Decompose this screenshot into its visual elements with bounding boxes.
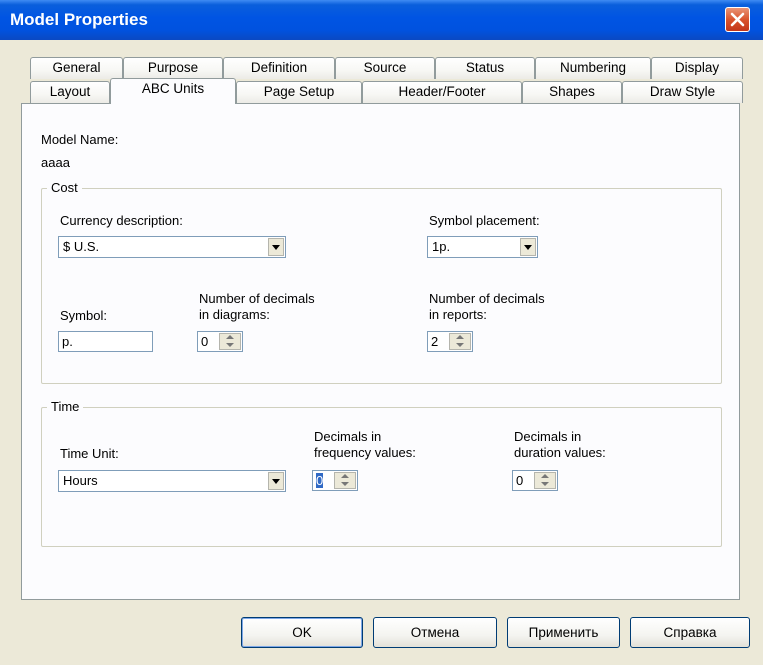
spin-arrows-icon[interactable] [334,472,356,489]
close-button[interactable] [725,7,750,32]
tab-definition[interactable]: Definition [223,57,335,79]
tab-source[interactable]: Source [335,57,435,79]
time-unit-value: Hours [63,473,98,488]
duration-decimals-label: Decimals in [514,429,582,444]
spin-arrows-icon[interactable] [449,333,471,350]
currency-description-value: $ U.S. [63,239,100,254]
chevron-down-icon[interactable] [268,472,284,490]
frequency-decimals-spinner[interactable]: 0 [312,470,358,491]
decimals-diagrams-label: Number of decimals [199,291,315,306]
ok-button[interactable]: OK [241,617,363,648]
tab-abc-units[interactable]: ABC Units [110,78,236,104]
close-icon [730,12,745,27]
currency-description-label: Currency description: [60,213,183,228]
tab-header-footer[interactable]: Header/Footer [362,81,522,103]
model-name-value: aaaa [41,155,70,170]
frequency-decimals-label: Decimals in [314,429,382,444]
time-legend: Time [47,399,84,414]
tab-status[interactable]: Status [435,57,535,79]
time-unit-select[interactable]: Hours [58,470,286,492]
help-button[interactable]: Справка [630,617,750,648]
symbol-placement-select[interactable]: 1p. [427,236,538,258]
duration-decimals-label-2: duration values: [514,445,606,460]
chevron-down-icon[interactable] [520,238,536,256]
symbol-input[interactable]: p. [58,331,153,352]
tab-general[interactable]: General [30,57,123,79]
decimals-diagrams-spinner[interactable]: 0 [197,331,243,352]
spin-arrows-icon[interactable] [534,472,556,489]
window-title: Model Properties [10,10,148,29]
chevron-down-icon[interactable] [268,238,284,256]
tab-purpose[interactable]: Purpose [123,57,223,79]
decimals-reports-label: Number of decimals [429,291,545,306]
duration-decimals-value: 0 [516,473,524,488]
tab-shapes[interactable]: Shapes [522,81,622,103]
frequency-decimals-label-2: frequency values: [314,445,416,460]
decimals-diagrams-value: 0 [201,334,209,349]
frequency-decimals-value: 0 [316,473,324,488]
decimals-diagrams-label-2: in diagrams: [199,307,270,322]
tab-draw-style[interactable]: Draw Style [622,81,743,103]
decimals-reports-label-2: in reports: [429,307,487,322]
tab-layout[interactable]: Layout [30,81,110,103]
decimals-reports-value: 2 [431,334,439,349]
tab-numbering[interactable]: Numbering [535,57,651,79]
title-bar[interactable]: Model Properties [0,0,763,40]
time-unit-label: Time Unit: [60,446,119,461]
tab-page-setup[interactable]: Page Setup [236,81,362,103]
model-name-label: Model Name: [41,132,119,147]
model-properties-dialog: Model Properties General Purpose Definit… [0,0,763,665]
decimals-reports-spinner[interactable]: 2 [427,331,473,352]
symbol-placement-label: Symbol placement: [429,213,540,228]
currency-description-select[interactable]: $ U.S. [58,236,286,258]
cancel-button[interactable]: Отмена [373,617,497,648]
duration-decimals-spinner[interactable]: 0 [512,470,558,491]
apply-button[interactable]: Применить [507,617,620,648]
symbol-value: p. [62,334,73,349]
cost-legend: Cost [47,180,82,195]
symbol-placement-value: 1p. [432,239,451,254]
symbol-label: Symbol: [60,308,107,323]
tab-display[interactable]: Display [651,57,743,79]
spin-arrows-icon[interactable] [219,333,241,350]
